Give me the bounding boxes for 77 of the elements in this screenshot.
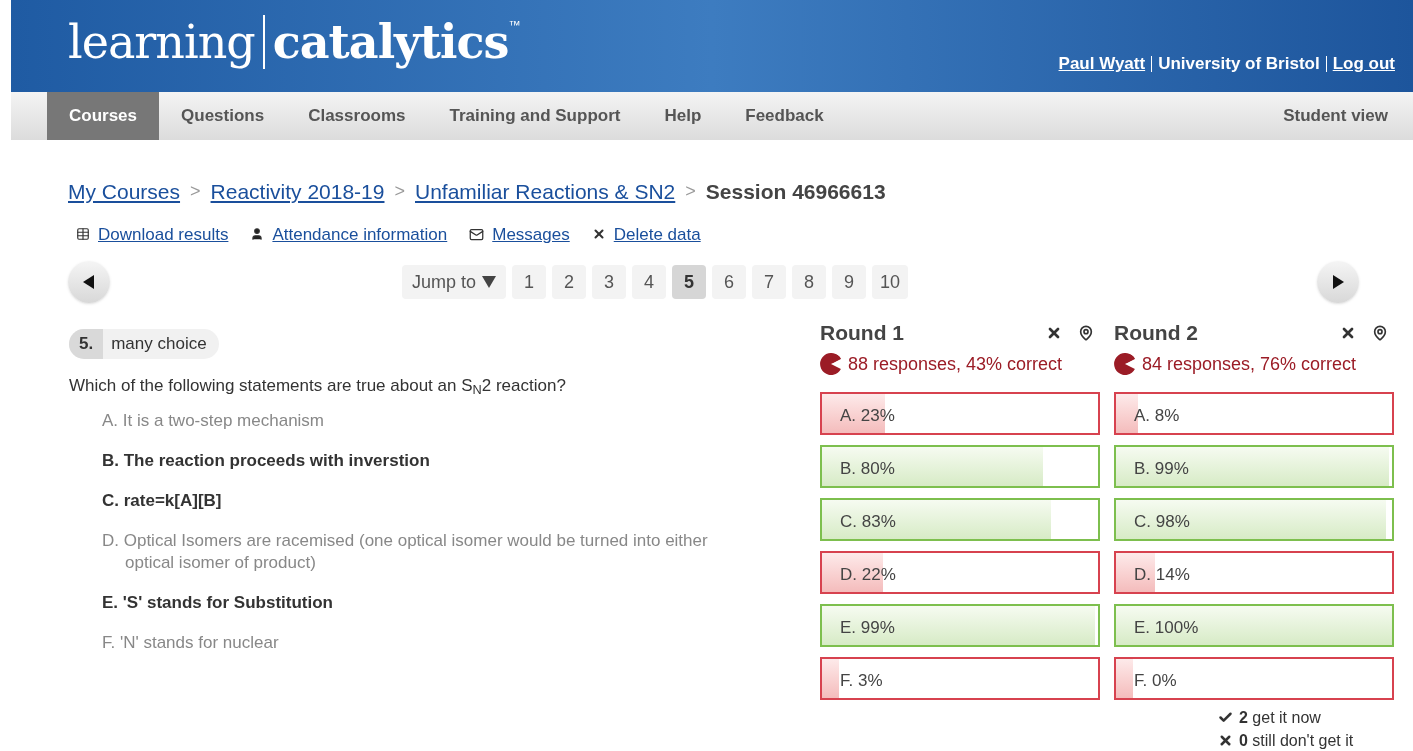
table-icon xyxy=(76,227,90,242)
close-icon xyxy=(591,227,606,242)
round-summary: 84 responses, 76% correct xyxy=(1142,352,1357,376)
pie-chart-icon xyxy=(820,353,842,375)
separator-text: > xyxy=(394,180,405,204)
result-label: F. 3% xyxy=(840,669,883,692)
page-button[interactable]: 6 xyxy=(712,265,747,299)
previous-button[interactable] xyxy=(68,261,110,303)
action-link[interactable]: Attendance information xyxy=(272,221,448,247)
question-text: Which of the following statements are true about an S$_{N}$2 reaction? xyxy=(69,374,567,398)
result-label: E. 100% xyxy=(1134,616,1199,639)
separator-text: > xyxy=(685,180,696,204)
pie-chart-icon xyxy=(1114,353,1136,375)
page-button[interactable]: 9 xyxy=(832,265,867,299)
result-label: B. 80% xyxy=(840,457,895,480)
breadcrumb-link[interactable]: My Courses xyxy=(68,176,181,208)
logout-link[interactable]: Log out xyxy=(1332,51,1395,77)
nav-tab[interactable]: Questions xyxy=(159,92,287,140)
page-button[interactable]: 2 xyxy=(552,265,587,299)
page-button[interactable]: 5 xyxy=(672,265,707,299)
logo-text: learning xyxy=(68,13,255,71)
result-label: B. 99% xyxy=(1134,457,1189,480)
tally-text: 2 get it now xyxy=(1239,707,1321,728)
cross-icon xyxy=(1218,732,1233,748)
result-label: A. 23% xyxy=(840,404,895,427)
action-link[interactable]: Messages xyxy=(492,221,570,247)
person-icon xyxy=(250,227,265,242)
result-label: D. 14% xyxy=(1134,563,1190,586)
action-link[interactable]: Delete data xyxy=(613,221,701,247)
check-icon xyxy=(1218,709,1233,725)
breadcrumb-link[interactable]: Reactivity 2018-19 xyxy=(210,176,385,208)
left-triangle-icon xyxy=(83,275,95,289)
result-label: C. 98% xyxy=(1134,510,1190,533)
result-label: D. 22% xyxy=(840,563,896,586)
next-button[interactable] xyxy=(1317,261,1359,303)
page-button[interactable]: 10 xyxy=(872,265,909,299)
page-button[interactable]: 8 xyxy=(792,265,827,299)
breadcrumb-link[interactable]: Unfamiliar Reactions & SN2 xyxy=(415,176,676,208)
round-summary: 88 responses, 43% correct xyxy=(848,352,1063,376)
result-label: F. 0% xyxy=(1134,669,1177,692)
result-label: A. 8% xyxy=(1134,404,1180,427)
right-triangle-icon xyxy=(1332,275,1344,289)
pin-icon[interactable] xyxy=(1372,324,1388,341)
answer-option: E. 'S' stands for Substitution xyxy=(102,592,752,614)
page-button[interactable]: 3 xyxy=(592,265,627,299)
round-title: Round 2 xyxy=(1114,320,1198,346)
answer-option: A. It is a two-step mechanism xyxy=(102,410,752,432)
separator-text: > xyxy=(190,180,201,204)
nav-tab[interactable]: Courses xyxy=(47,92,160,140)
result-label: E. 99% xyxy=(840,616,895,639)
mail-icon xyxy=(469,226,485,242)
session-title: Session 46966613 xyxy=(705,179,886,205)
page-button[interactable]: 1 xyxy=(512,265,547,299)
student-view-tab[interactable]: Student view xyxy=(1283,92,1388,140)
answer-option: F. 'N' stands for nuclear xyxy=(102,632,752,654)
round-title: Round 1 xyxy=(820,320,904,346)
tally-text: 0 still don't get it xyxy=(1239,730,1354,751)
nav-tab[interactable]: Help xyxy=(642,92,724,140)
question-type-text: many choice xyxy=(110,333,207,355)
jump-to-button[interactable]: Jump to xyxy=(402,265,507,299)
answer-option: C. rate=k[A][B] xyxy=(102,490,752,512)
down-triangle-icon xyxy=(482,275,497,289)
user-link[interactable]: Paul Wyatt xyxy=(1058,51,1146,77)
answer-option: D. Optical Isomers are racemised (one optical isomer would be turned into either optical isomer of product) xyxy=(102,530,752,574)
institution-text: University of Bristol xyxy=(1158,53,1320,76)
nav-tab[interactable]: Classrooms xyxy=(286,92,428,140)
logo-text: catalytics xyxy=(272,13,509,71)
result-label: C. 83% xyxy=(840,510,896,533)
trademark-text: ™ xyxy=(508,16,521,34)
answer-option: B. The reaction proceeds with inverstion xyxy=(102,450,752,472)
page-button[interactable]: 7 xyxy=(752,265,787,299)
action-link[interactable]: Download results xyxy=(98,221,229,247)
page-button[interactable]: 4 xyxy=(632,265,667,299)
question-number: 5. xyxy=(69,329,104,359)
nav-tab[interactable]: Feedback xyxy=(723,92,846,140)
nav-tab[interactable]: Training and Support xyxy=(427,92,643,140)
pin-icon[interactable] xyxy=(1078,324,1094,341)
